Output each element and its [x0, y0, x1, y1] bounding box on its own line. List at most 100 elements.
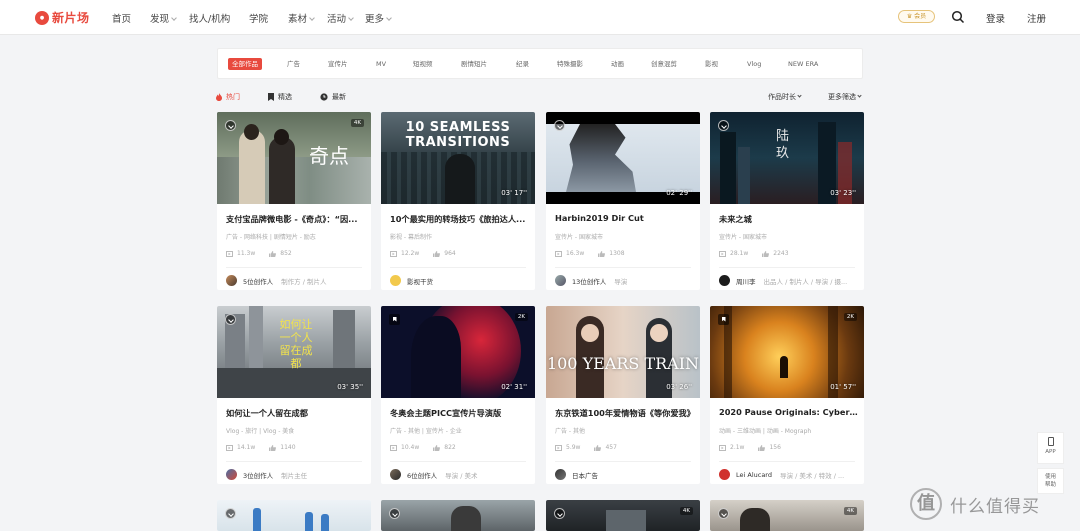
author-name[interactable]: 5位创作人: [243, 276, 273, 286]
avatar[interactable]: [390, 469, 401, 480]
filter-animation[interactable]: 动画: [611, 58, 624, 70]
author-row[interactable]: 日本广告: [555, 469, 598, 480]
author-row[interactable]: 6位创作人 导演 / 美术: [390, 469, 477, 480]
avatar[interactable]: [226, 469, 237, 480]
video-thumbnail[interactable]: [217, 500, 371, 531]
filter-promo[interactable]: 宣传片: [328, 58, 348, 70]
video-thumbnail[interactable]: [381, 500, 535, 531]
author-name[interactable]: 周川李: [736, 276, 756, 286]
author-row[interactable]: 3位创作人 制片主任: [226, 469, 307, 480]
filter-film[interactable]: 影视: [705, 58, 718, 70]
search-icon[interactable]: [951, 10, 965, 24]
author-name[interactable]: 影视干货: [407, 276, 433, 286]
video-title[interactable]: Harbin2019 Dir Cut: [555, 213, 695, 223]
author-row[interactable]: 影视干货: [390, 275, 433, 286]
poster-title-text: 陆玖: [776, 129, 790, 161]
video-card[interactable]: 02' 29'' Harbin2019 Dir Cut 宣传片 - 国家城市 1…: [546, 112, 700, 290]
video-card[interactable]: [217, 500, 371, 531]
video-title[interactable]: 如何让一个人留在成都: [226, 407, 366, 419]
avatar[interactable]: [390, 275, 401, 286]
video-card[interactable]: 2K 02' 31'' 冬奥会主题PICC宣传片导演版 广告 - 其他 | 宣传…: [381, 306, 535, 484]
video-thumbnail[interactable]: 02' 29'': [546, 112, 700, 204]
avatar[interactable]: [555, 275, 566, 286]
video-card[interactable]: 100 YEARS TRAIN 03' 26'' 东京铁道100年爱情物语《等你…: [546, 306, 700, 484]
video-thumbnail[interactable]: 奇点 4K: [217, 112, 371, 204]
video-card[interactable]: 10 SEAMLESS TRANSITIONS 03' 17'' 10个最实用的…: [381, 112, 535, 290]
video-title[interactable]: 东京铁道100年爱情物语《等你爱我》: [555, 407, 695, 419]
more-filters[interactable]: 更多筛选: [828, 92, 862, 102]
filter-all[interactable]: 全部作品: [228, 58, 262, 70]
filter-short-video[interactable]: 短视频: [413, 58, 433, 70]
filter-special-shot[interactable]: 特殊摄影: [557, 58, 583, 70]
sort-latest[interactable]: 最新: [320, 92, 346, 102]
author-name[interactable]: 13位创作人: [572, 276, 606, 286]
nav-find-people[interactable]: 找人/机构: [189, 11, 230, 25]
video-thumbnail[interactable]: 10 SEAMLESS TRANSITIONS 03' 17'': [381, 112, 535, 204]
filter-mv[interactable]: MV: [376, 58, 386, 70]
vip-button[interactable]: ♛ 会员: [898, 10, 935, 23]
author-name[interactable]: 日本广告: [572, 470, 598, 480]
author-row[interactable]: Lei Alucard 导演 / 美术 / 特效 / ...: [719, 469, 844, 480]
author-row[interactable]: 周川李 出品人 / 制片人 / 导演 / 摄...: [719, 275, 847, 286]
divider: [555, 461, 691, 462]
logo-icon: ●: [35, 10, 49, 25]
like-count: 852: [280, 250, 292, 257]
author-name[interactable]: 6位创作人: [407, 470, 437, 480]
video-thumbnail[interactable]: 100 YEARS TRAIN 03' 26'': [546, 306, 700, 398]
avatar[interactable]: [719, 275, 730, 286]
like-icon: [269, 444, 277, 451]
app-download-button[interactable]: APP: [1037, 432, 1064, 464]
video-title[interactable]: 冬奥会主题PICC宣传片导演版: [390, 407, 530, 419]
nav-academy[interactable]: 学院: [249, 11, 268, 25]
duration-label: 03' 23'': [830, 189, 856, 197]
video-card[interactable]: 陆玖 03' 23'' 未来之城 宣传片 - 国家城市 28.1w 2243 周…: [710, 112, 864, 290]
video-card[interactable]: 2K 01' 57'' 2020 Pause Originals: Cyberp…: [710, 306, 864, 484]
filter-vlog[interactable]: Vlog: [747, 58, 761, 70]
video-stats: 2.1w 156: [719, 444, 781, 451]
nav-home[interactable]: 首页: [112, 11, 131, 25]
nav-more[interactable]: 更多: [365, 11, 392, 25]
login-link[interactable]: 登录: [986, 11, 1005, 25]
video-thumbnail[interactable]: 4K: [546, 500, 700, 531]
video-thumbnail[interactable]: 4K: [710, 500, 864, 531]
filter-documentary[interactable]: 纪录: [516, 58, 529, 70]
video-card[interactable]: 奇点 4K 支付宝品牌微电影 -《奇点》：“因... 广告 - 网络科技 | 剧…: [217, 112, 371, 290]
video-card[interactable]: 如何让一个人留在成都 03' 35'' 如何让一个人留在成都 Vlog - 旅行…: [217, 306, 371, 484]
author-name[interactable]: Lei Alucard: [736, 471, 772, 479]
avatar[interactable]: [226, 275, 237, 286]
video-thumbnail[interactable]: 2K 02' 31'': [381, 306, 535, 398]
video-thumbnail[interactable]: 陆玖 03' 23'': [710, 112, 864, 204]
filter-drama-short[interactable]: 剧情短片: [461, 58, 487, 70]
video-card[interactable]: [381, 500, 535, 531]
duration-filter[interactable]: 作品时长: [768, 92, 802, 102]
video-card[interactable]: 4K: [546, 500, 700, 531]
like-icon: [433, 444, 441, 451]
filter-ad[interactable]: 广告: [287, 58, 300, 70]
video-thumbnail[interactable]: 如何让一个人留在成都 03' 35'': [217, 306, 371, 398]
divider: [226, 267, 362, 268]
avatar[interactable]: [719, 469, 730, 480]
nav-materials[interactable]: 素材: [288, 11, 315, 25]
filter-new-era[interactable]: NEW ERA: [788, 58, 818, 70]
sort-hot[interactable]: 热门: [216, 92, 240, 102]
avatar[interactable]: [555, 469, 566, 480]
filter-creative-mix[interactable]: 创意混剪: [651, 58, 677, 70]
author-row[interactable]: 5位创作人 制作方 / 制片人: [226, 275, 326, 286]
video-title[interactable]: 10个最实用的转场技巧《旅拍达人...: [390, 213, 530, 225]
nav-events[interactable]: 活动: [327, 11, 354, 25]
video-title[interactable]: 未来之城: [719, 213, 859, 225]
play-count-icon: [226, 250, 233, 257]
view-count: 5.9w: [566, 444, 581, 451]
register-link[interactable]: 注册: [1027, 11, 1046, 25]
author-name[interactable]: 3位创作人: [243, 470, 273, 480]
sort-picked[interactable]: 精选: [268, 92, 292, 102]
video-title[interactable]: 2020 Pause Originals: Cyberpun...: [719, 407, 859, 417]
video-card[interactable]: 4K: [710, 500, 864, 531]
video-thumbnail[interactable]: 2K 01' 57'': [710, 306, 864, 398]
site-logo[interactable]: ● 新片场: [35, 9, 90, 26]
author-row[interactable]: 13位创作人 导演: [555, 275, 627, 286]
nav-discover[interactable]: 发现: [150, 11, 177, 25]
help-button[interactable]: 使用帮助: [1037, 468, 1064, 494]
nav-more-label: 更多: [365, 14, 385, 25]
video-title[interactable]: 支付宝品牌微电影 -《奇点》：“因...: [226, 213, 366, 225]
